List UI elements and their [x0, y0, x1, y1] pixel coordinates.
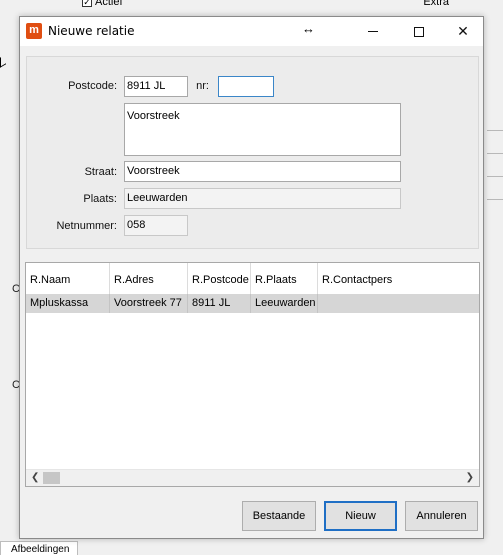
cell-adres: Voorstreek 77 — [110, 294, 188, 313]
background-panel-lines — [487, 130, 503, 230]
column-header-plaats[interactable]: R.Plaats — [251, 263, 318, 295]
mouse-cursor-icon — [0, 54, 6, 68]
postcode-label: Postcode: — [68, 80, 117, 92]
column-header-naam[interactable]: R.Naam — [26, 263, 110, 295]
horizontal-scrollbar[interactable]: ❮ ❯ — [26, 469, 479, 486]
nieuw-button[interactable]: Nieuw — [324, 501, 397, 531]
maximize-button[interactable] — [396, 17, 442, 46]
cell-plaats: Leeuwarden — [251, 294, 318, 313]
column-header-postcode[interactable]: R.Postcode — [188, 263, 251, 295]
app-logo-icon: m — [26, 23, 42, 39]
plaats-field[interactable]: Leeuwarden — [124, 188, 401, 209]
straat-label: Straat: — [84, 166, 117, 178]
actief-checkbox[interactable]: ✓ Actief — [82, 0, 123, 8]
cell-naam: Mpluskassa — [26, 294, 110, 313]
postcode-field[interactable]: 8911 JL — [124, 76, 188, 97]
minimize-icon — [368, 31, 378, 32]
nieuwe-relatie-dialog: m Nieuwe relatie ↔ ✕ Postcode: 8911 JL n… — [19, 16, 484, 539]
cell-contactpers — [318, 294, 479, 313]
actief-label: Actief — [95, 0, 123, 8]
bestaande-button[interactable]: Bestaande — [242, 501, 316, 531]
scrollbar-thumb[interactable] — [43, 472, 60, 484]
dialog-title: Nieuwe relatie — [48, 24, 135, 38]
netnummer-field[interactable]: 058 — [124, 215, 188, 236]
extra-menu[interactable]: Extra — [423, 0, 449, 8]
annuleren-button[interactable]: Annuleren — [405, 501, 478, 531]
checkbox-icon: ✓ — [82, 0, 92, 7]
close-button[interactable]: ✕ — [440, 17, 486, 46]
resize-arrows-icon: ↔ — [302, 21, 315, 36]
nr-label: nr: — [196, 80, 209, 92]
minimize-button[interactable] — [350, 17, 396, 46]
scroll-right-icon[interactable]: ❯ — [466, 472, 474, 483]
close-icon: ✕ — [457, 23, 469, 40]
relations-grid[interactable]: R.Naam R.Adres R.Postcode R.Plaats R.Con… — [25, 262, 480, 487]
table-row[interactable]: Mpluskassa Voorstreek 77 8911 JL Leeuwar… — [26, 294, 479, 313]
address-form-panel: Postcode: 8911 JL nr: Voorstreek Straat:… — [26, 56, 479, 249]
column-header-contactpers[interactable]: R.Contactpers — [318, 263, 479, 295]
scroll-left-icon[interactable]: ❮ — [31, 472, 39, 483]
cell-postcode: 8911 JL — [188, 294, 251, 313]
maximize-icon — [414, 26, 424, 37]
straat-field[interactable]: Voorstreek — [124, 161, 401, 182]
netnummer-label: Netnummer: — [56, 220, 117, 232]
title-bar[interactable]: m Nieuwe relatie ↔ ✕ — [20, 17, 483, 46]
grid-header: R.Naam R.Adres R.Postcode R.Plaats R.Con… — [26, 263, 479, 295]
tab-afbeeldingen[interactable]: Afbeeldingen — [0, 541, 78, 555]
plaats-label: Plaats: — [83, 193, 117, 205]
column-header-adres[interactable]: R.Adres — [110, 263, 188, 295]
address-memo-field[interactable]: Voorstreek — [124, 103, 401, 156]
nr-field[interactable] — [218, 76, 274, 97]
